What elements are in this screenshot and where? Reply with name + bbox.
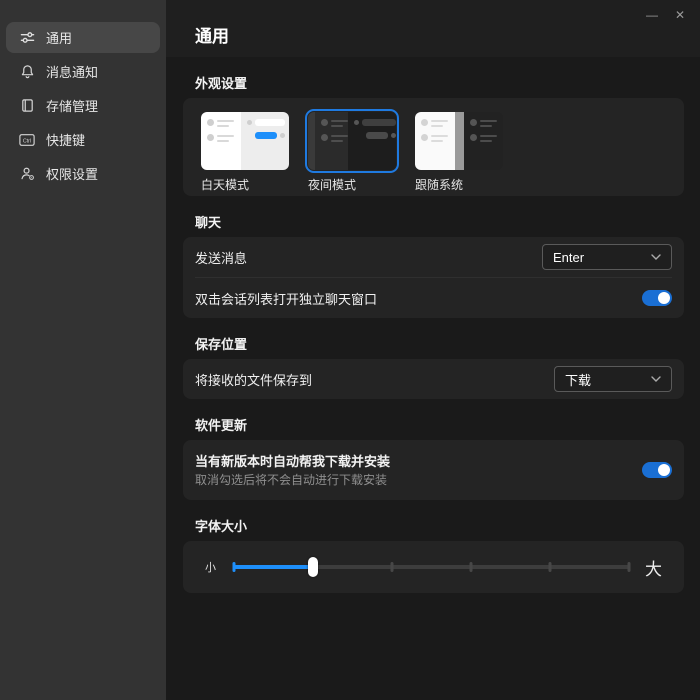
slider-thumb[interactable]: [308, 557, 318, 577]
person-gear-icon: [19, 166, 35, 182]
minimize-button[interactable]: —: [640, 4, 664, 26]
sidebar-item-label: 快捷键: [46, 130, 85, 149]
chevron-down-icon: [651, 376, 661, 382]
sidebar-item-shortcuts[interactable]: Ctrl 快捷键: [6, 124, 160, 155]
save-location-row: 将接收的文件保存到 下载: [183, 359, 684, 399]
sliders-icon: [19, 30, 35, 46]
theme-label: 跟随系统: [415, 179, 506, 191]
auto-update-label: 当有新版本时自动帮我下载并安装: [195, 454, 390, 470]
send-message-label: 发送消息: [195, 248, 247, 267]
save-location-label: 将接收的文件保存到: [195, 370, 312, 389]
theme-label: 夜间模式: [308, 179, 399, 191]
chevron-down-icon: [651, 254, 661, 260]
settings-window: 通用 消息通知 存储管理: [0, 0, 700, 700]
sidebar-item-storage[interactable]: 存储管理: [6, 90, 160, 121]
send-message-row: 发送消息 Enter: [183, 237, 684, 277]
font-size-slider[interactable]: [234, 557, 629, 577]
section-title-chat: 聊天: [195, 216, 672, 229]
dropdown-value: 下载: [565, 370, 591, 389]
svg-text:Ctrl: Ctrl: [23, 138, 31, 144]
font-size-card: 小 大: [183, 541, 684, 593]
double-click-label: 双击会话列表打开独立聊天窗口: [195, 289, 377, 308]
auto-update-toggle[interactable]: [642, 462, 672, 478]
main-panel: 通用 — ✕ 外观设置: [166, 0, 700, 700]
chat-card: 发送消息 Enter 双击会话列表打开独立聊天窗口: [183, 237, 684, 318]
sidebar-item-label: 存储管理: [46, 96, 98, 115]
update-text-block: 当有新版本时自动帮我下载并安装 取消勾选后将不会自动进行下载安装: [195, 454, 390, 487]
theme-option-day[interactable]: 白天模式: [198, 109, 292, 185]
font-size-max-label: 大: [645, 555, 662, 580]
shortcut-key-icon: Ctrl: [19, 132, 35, 148]
font-size-min-label: 小: [205, 559, 216, 575]
settings-content: 外观设置: [166, 57, 700, 700]
storage-icon: [19, 98, 35, 114]
page-title: 通用: [195, 22, 229, 47]
section-title-font-size: 字体大小: [195, 520, 672, 533]
section-title-appearance: 外观设置: [195, 77, 672, 90]
sidebar-item-label: 消息通知: [46, 62, 98, 81]
save-location-dropdown[interactable]: 下载: [554, 366, 672, 392]
close-button[interactable]: ✕: [668, 4, 692, 26]
section-title-save-location: 保存位置: [195, 338, 672, 351]
bell-icon: [19, 64, 35, 80]
slider-fill: [234, 565, 313, 569]
theme-thumbnail-day: [198, 109, 292, 173]
dropdown-value: Enter: [553, 250, 584, 265]
sidebar-item-permissions[interactable]: 权限设置: [6, 158, 160, 189]
window-controls: — ✕: [640, 4, 692, 26]
toggle-knob: [658, 292, 670, 304]
sidebar: 通用 消息通知 存储管理: [0, 0, 166, 700]
appearance-card: 白天模式: [183, 98, 684, 196]
send-message-dropdown[interactable]: Enter: [542, 244, 672, 270]
save-location-card: 将接收的文件保存到 下载: [183, 359, 684, 399]
theme-thumbnail-system: [412, 109, 506, 173]
theme-option-system[interactable]: 跟随系统: [412, 109, 506, 185]
theme-label: 白天模式: [201, 179, 292, 191]
toggle-knob: [658, 464, 670, 476]
software-update-card: 当有新版本时自动帮我下载并安装 取消勾选后将不会自动进行下载安装: [183, 440, 684, 500]
theme-thumbnail-night: [305, 109, 399, 173]
sidebar-item-label: 通用: [46, 28, 72, 47]
sidebar-item-general[interactable]: 通用: [6, 22, 160, 53]
titlebar: 通用 — ✕: [166, 0, 700, 57]
sidebar-item-notifications[interactable]: 消息通知: [6, 56, 160, 87]
theme-option-night[interactable]: 夜间模式: [305, 109, 399, 185]
double-click-row: 双击会话列表打开独立聊天窗口: [183, 278, 684, 318]
sidebar-item-label: 权限设置: [46, 164, 98, 183]
auto-update-description: 取消勾选后将不会自动进行下载安装: [195, 473, 390, 487]
section-title-software-update: 软件更新: [195, 419, 672, 432]
double-click-chat-window-toggle[interactable]: [642, 290, 672, 306]
